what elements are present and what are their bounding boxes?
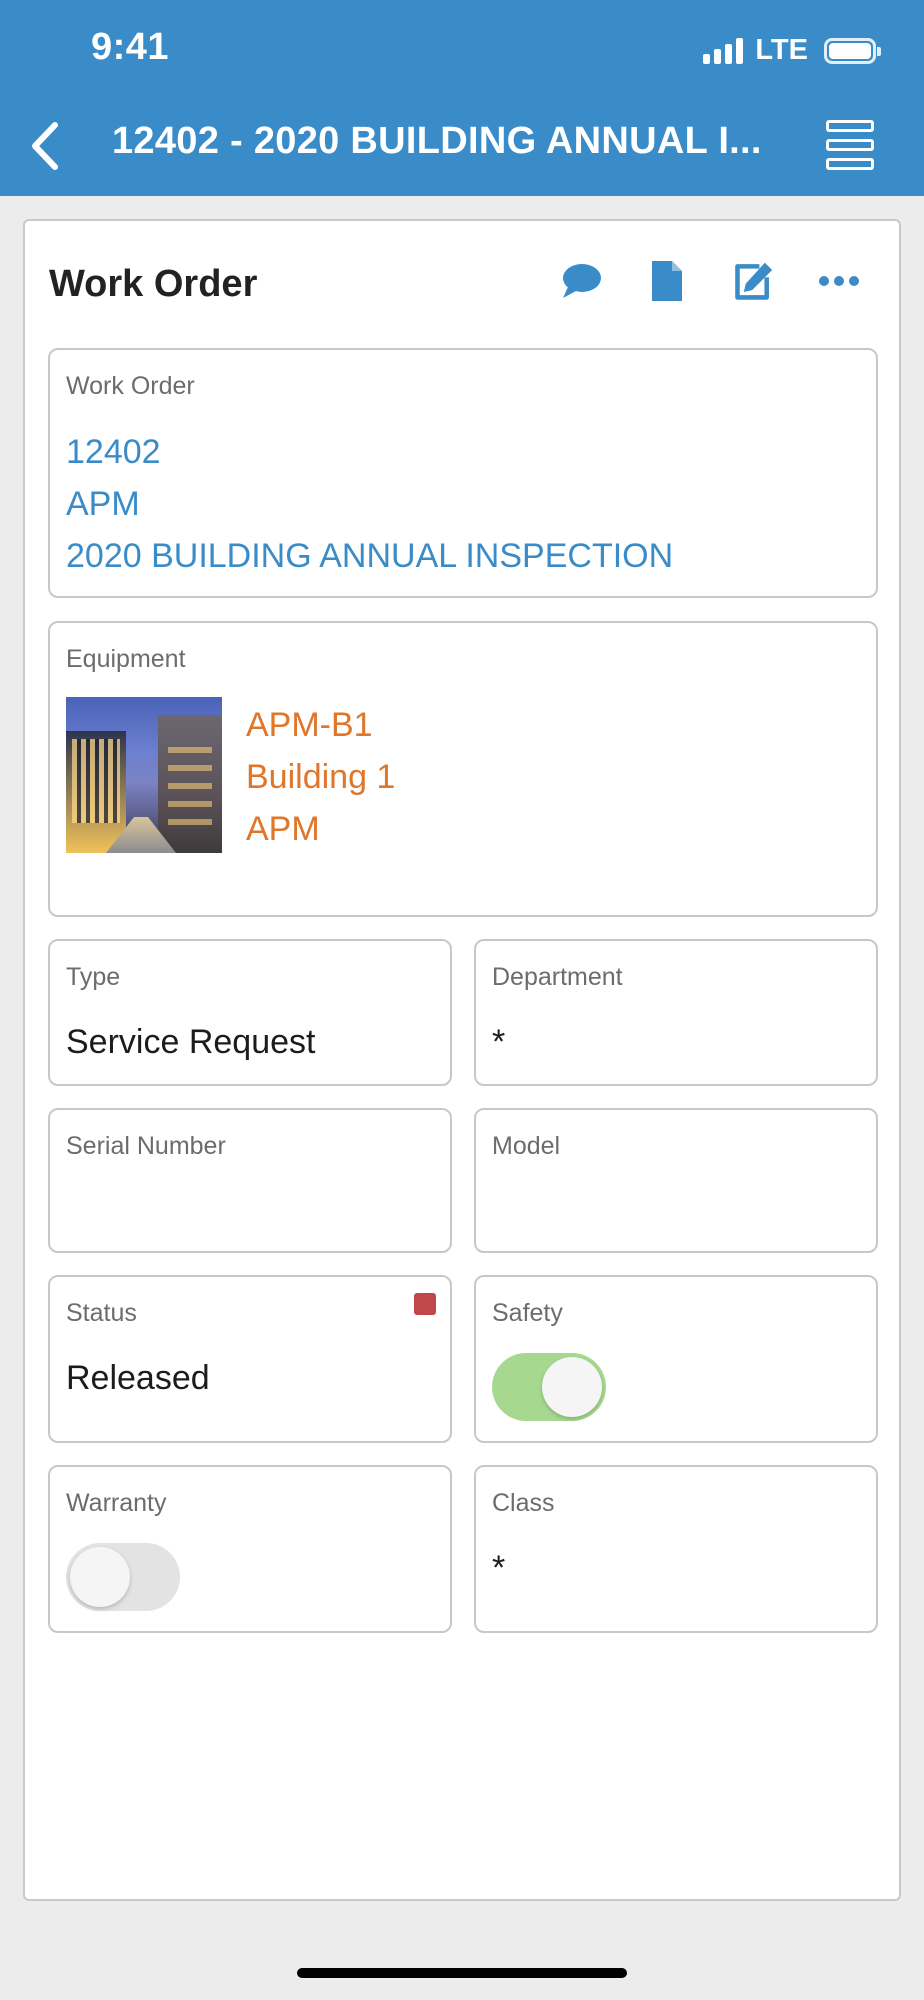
class-label: Class: [492, 1489, 555, 1517]
class-value: *: [492, 1549, 506, 1587]
chevron-left-icon: [32, 122, 58, 170]
work-order-description-link[interactable]: 2020 BUILDING ANNUAL INSPECTION: [66, 530, 673, 582]
signal-icon: [703, 37, 744, 64]
comment-icon: [563, 264, 601, 298]
status-time: 9:41: [91, 26, 170, 68]
type-value: Service Request: [66, 1023, 316, 1061]
department-field[interactable]: Department *: [474, 939, 878, 1086]
equipment-photo[interactable]: [66, 697, 222, 853]
card-title: Work Order: [49, 263, 258, 305]
status-indicators: LTE: [703, 34, 881, 67]
card-actions: [560, 259, 860, 303]
comment-button[interactable]: [560, 259, 602, 303]
safety-toggle[interactable]: [492, 1353, 606, 1421]
page-title: 12402 - 2020 BUILDING ANNUAL I...: [112, 120, 762, 162]
equipment-code-link[interactable]: APM-B1: [246, 699, 395, 751]
work-order-label: Work Order: [66, 372, 195, 400]
serial-number-label: Serial Number: [66, 1132, 226, 1160]
status-field[interactable]: Status Released: [48, 1275, 452, 1443]
safety-label: Safety: [492, 1299, 563, 1327]
work-order-number-link[interactable]: 12402: [66, 426, 673, 478]
warranty-toggle[interactable]: [66, 1543, 180, 1611]
edit-button[interactable]: [732, 259, 774, 303]
more-icon: [819, 276, 859, 286]
equipment-field: Equipment APM-B1 Building 1 APM: [48, 621, 878, 917]
app-header: 9:41 LTE 12402 - 2020 BUILDING ANNUAL I.…: [0, 0, 924, 196]
document-icon: [652, 261, 682, 301]
warranty-label: Warranty: [66, 1489, 167, 1517]
equipment-site-link[interactable]: APM: [246, 803, 395, 855]
equipment-label: Equipment: [66, 645, 186, 673]
safety-field: Safety: [474, 1275, 878, 1443]
type-label: Type: [66, 963, 121, 991]
battery-icon: [824, 37, 881, 64]
home-indicator[interactable]: [297, 1968, 627, 1978]
equipment-name-link[interactable]: Building 1: [246, 751, 395, 803]
work-order-site-link[interactable]: APM: [66, 478, 673, 530]
work-order-card: Work Order Work Order 12402 APM 2020 BUI…: [23, 219, 901, 1901]
status-label: Status: [66, 1299, 137, 1327]
department-label: Department: [492, 963, 623, 991]
work-order-field: Work Order 12402 APM 2020 BUILDING ANNUA…: [48, 348, 878, 598]
network-type: LTE: [755, 34, 808, 66]
serial-number-field[interactable]: Serial Number: [48, 1108, 452, 1253]
type-field[interactable]: Type Service Request: [48, 939, 452, 1086]
status-flag-icon: [414, 1293, 436, 1315]
more-button[interactable]: [818, 259, 860, 303]
document-button[interactable]: [646, 259, 688, 303]
layout-rows-icon: [826, 120, 874, 132]
model-field[interactable]: Model: [474, 1108, 878, 1253]
department-value: *: [492, 1023, 506, 1061]
edit-icon: [735, 262, 773, 300]
layout-menu-button[interactable]: [826, 120, 874, 170]
toggle-knob: [542, 1357, 602, 1417]
model-label: Model: [492, 1132, 561, 1160]
back-button[interactable]: [22, 116, 66, 176]
class-field[interactable]: Class *: [474, 1465, 878, 1633]
status-value: Released: [66, 1359, 210, 1397]
warranty-field: Warranty: [48, 1465, 452, 1633]
toggle-knob: [70, 1547, 130, 1607]
